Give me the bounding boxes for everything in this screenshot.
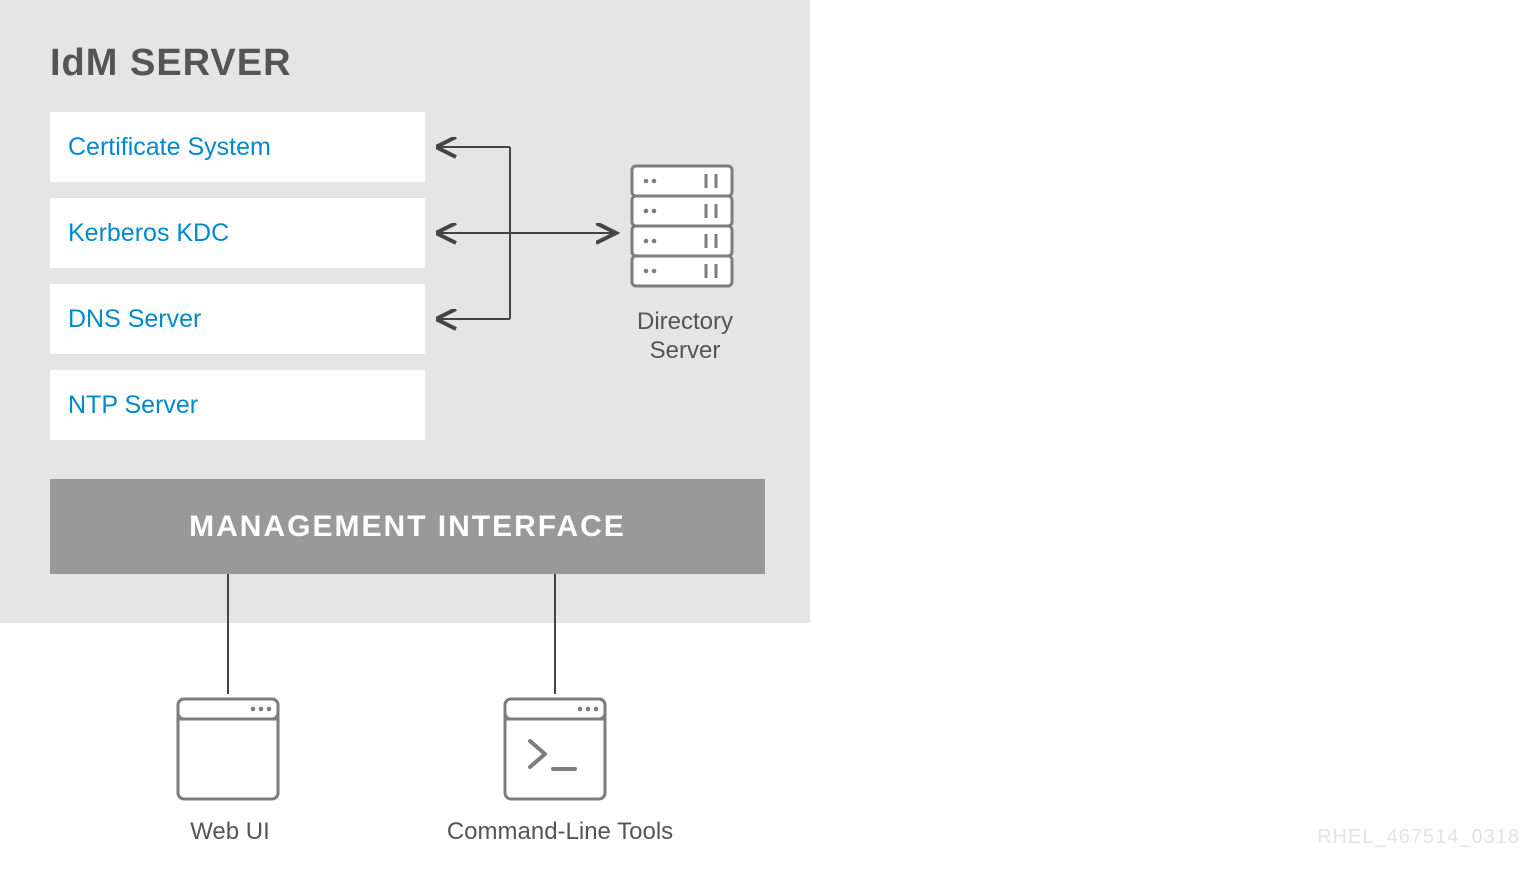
service-label: Certificate System xyxy=(68,133,271,162)
directory-server-line2: Server xyxy=(650,337,721,364)
service-label: NTP Server xyxy=(68,391,198,420)
management-interface-label: MANAGEMENT INTERFACE xyxy=(189,510,626,544)
service-label: Kerberos KDC xyxy=(68,219,229,248)
service-dns-server: DNS Server xyxy=(50,284,425,354)
watermark-text: RHEL_467514_0318 xyxy=(1317,826,1520,849)
directory-server-line1: Directory xyxy=(637,308,733,335)
service-certificate-system: Certificate System xyxy=(50,112,425,182)
service-label: DNS Server xyxy=(68,305,201,334)
web-ui-label: Web UI xyxy=(155,818,305,846)
management-interface-bar: MANAGEMENT INTERFACE xyxy=(50,479,765,574)
idm-server-title: IdM SERVER xyxy=(50,42,292,85)
cli-icon xyxy=(505,699,605,799)
web-ui-icon xyxy=(178,699,278,799)
service-ntp-server: NTP Server xyxy=(50,370,425,440)
service-kerberos-kdc: Kerberos KDC xyxy=(50,198,425,268)
cli-label: Command-Line Tools xyxy=(420,818,700,846)
directory-server-label: Directory Server xyxy=(610,308,760,366)
